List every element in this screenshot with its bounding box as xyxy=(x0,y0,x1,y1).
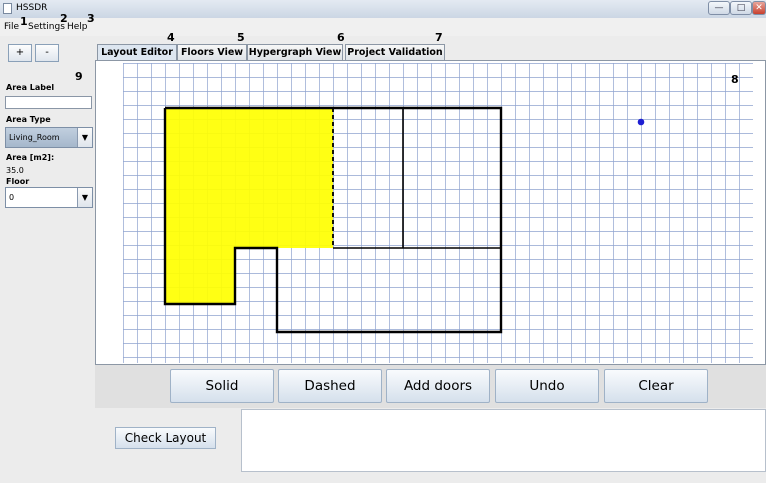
validation-panel: Check Layout xyxy=(95,408,766,483)
close-button[interactable]: ✕ xyxy=(752,1,766,15)
marker-5: 5 xyxy=(237,31,245,44)
tab-hypergraph-view[interactable]: Hypergraph View xyxy=(247,44,343,60)
marker-6: 6 xyxy=(337,31,345,44)
clear-button[interactable]: Clear xyxy=(604,369,708,403)
area-label-title: Area Label xyxy=(6,83,55,92)
menu-help[interactable]: Help xyxy=(67,22,88,32)
add-area-button[interactable]: + xyxy=(8,44,32,62)
check-layout-button[interactable]: Check Layout xyxy=(115,427,216,449)
tab-floors-view[interactable]: Floors View xyxy=(177,44,247,60)
dropdown-arrow-icon[interactable]: ▼ xyxy=(77,128,92,147)
tab-layout-editor[interactable]: Layout Editor xyxy=(97,44,177,61)
solid-button[interactable]: Solid xyxy=(170,369,274,403)
marker-7: 7 xyxy=(435,31,443,44)
area-m2-value: 35.0 xyxy=(6,166,24,175)
dashed-button[interactable]: Dashed xyxy=(278,369,382,403)
marker-1: 1 xyxy=(20,15,28,28)
marker-3: 3 xyxy=(87,12,95,25)
add-doors-button[interactable]: Add doors xyxy=(386,369,490,403)
marker-2: 2 xyxy=(60,12,68,25)
area-type-title: Area Type xyxy=(6,115,51,124)
area-m2-title: Area [m2]: xyxy=(6,153,55,162)
menu-file[interactable]: File xyxy=(4,22,19,32)
tab-project-validation[interactable]: Project Validation xyxy=(345,44,445,60)
point-marker-icon[interactable] xyxy=(637,118,645,126)
minimize-button[interactable]: — xyxy=(708,1,730,15)
drawing-toolbar: Solid Dashed Add doors Undo Clear xyxy=(95,365,766,408)
marker-4: 4 xyxy=(167,31,175,44)
living-room-area[interactable] xyxy=(165,108,333,304)
maximize-button[interactable]: □ xyxy=(730,1,752,15)
grid-canvas[interactable] xyxy=(123,63,753,363)
window-title: HSSDR xyxy=(16,3,48,13)
remove-area-button[interactable]: - xyxy=(35,44,59,62)
properties-panel: + - Area Label Area Type Living_Room ▼ A… xyxy=(0,36,95,483)
floor-title: Floor xyxy=(6,177,30,186)
dropdown-arrow-icon[interactable]: ▼ xyxy=(77,188,92,207)
area-type-value: Living_Room xyxy=(9,133,60,142)
title-bar: HSSDR — □ ✕ xyxy=(0,0,766,19)
layout-editor-canvas[interactable] xyxy=(95,60,766,365)
marker-8: 8 xyxy=(731,73,739,86)
area-type-select[interactable]: Living_Room ▼ xyxy=(5,127,93,148)
undo-button[interactable]: Undo xyxy=(495,369,599,403)
menu-bar: File Settings Help xyxy=(0,18,766,36)
marker-9: 9 xyxy=(75,70,83,83)
floor-value: 0 xyxy=(9,193,15,202)
area-label-input[interactable] xyxy=(5,96,92,109)
validation-output[interactable] xyxy=(241,409,766,472)
app-icon xyxy=(3,3,12,14)
floor-select[interactable]: 0 ▼ xyxy=(5,187,93,208)
